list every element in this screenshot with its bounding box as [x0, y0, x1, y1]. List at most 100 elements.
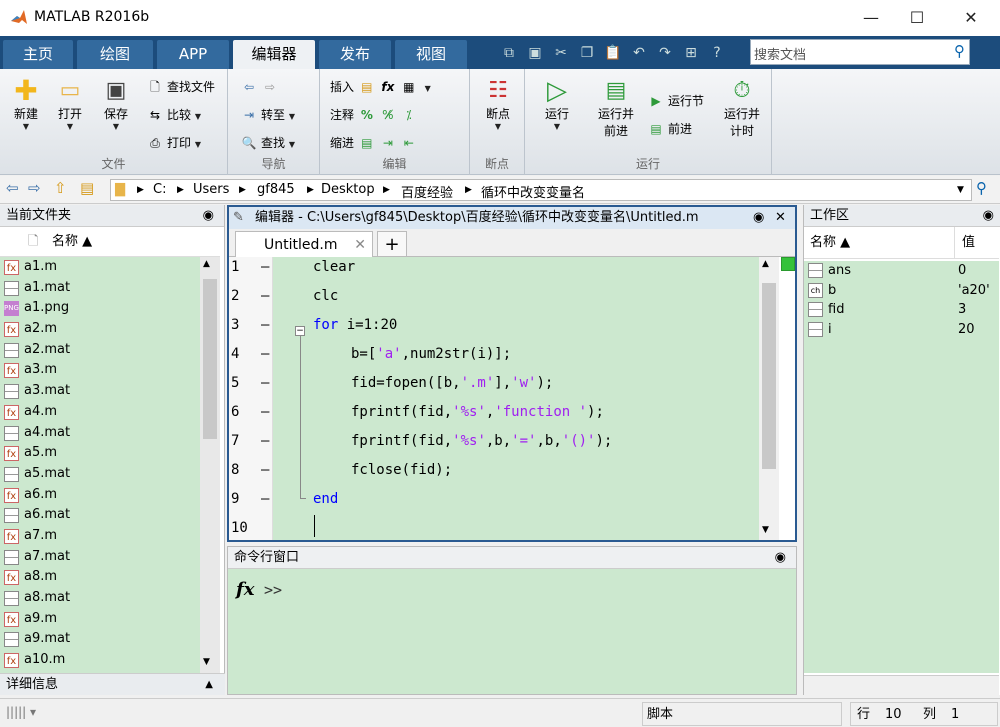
search-icon[interactable]: ⚲ — [954, 42, 965, 60]
code-line[interactable]: for i=1:20 — [313, 317, 397, 333]
find-files-button[interactable]: 🗋 查找文件 — [146, 77, 215, 97]
run-section-button[interactable]: ▶ 运行节 — [647, 91, 704, 111]
code-line[interactable]: fclose(fid); — [351, 462, 452, 478]
workspace-variable-row[interactable]: ans 0 — [804, 261, 999, 280]
save-icon[interactable]: ▣ — [524, 42, 546, 64]
file-item[interactable]: a5.mat — [0, 464, 200, 485]
tab-view[interactable]: 视图 — [395, 40, 467, 69]
maximize-button[interactable]: ☐ — [894, 0, 940, 36]
file-item[interactable]: a8.mat — [0, 588, 200, 609]
name-column-header[interactable]: 🗋 名称 ▲ — [0, 227, 220, 257]
cmd-menu-icon[interactable]: ◉ — [775, 547, 786, 569]
file-item[interactable]: fx a6.m — [0, 485, 200, 506]
file-item[interactable]: fx a3.m — [0, 360, 200, 381]
file-item[interactable]: fx a1.m — [0, 257, 200, 278]
file-item[interactable]: fx a5.m — [0, 443, 200, 464]
workspace-variable-row[interactable]: fid 3 — [804, 300, 999, 319]
file-item[interactable]: PNG a1.png — [0, 298, 200, 319]
file-item[interactable]: a9.mat — [0, 629, 200, 650]
copy-icon[interactable]: ❐ — [576, 42, 598, 64]
file-item[interactable]: a3.mat — [0, 381, 200, 402]
save-button[interactable]: ▣ 保存 ▼ — [96, 77, 136, 131]
workspace-variable-row[interactable]: i 20 — [804, 320, 999, 339]
file-item[interactable]: fx a4.m — [0, 402, 200, 423]
editor-close-icon[interactable]: ✕ — [775, 207, 786, 229]
workspace-hscroll[interactable] — [804, 675, 999, 695]
code-area[interactable]: clear clc for i=1:20 b=['a',num2str(i)]; fid… — [273, 257, 759, 540]
details-bar[interactable]: 详细信息 ▲ — [0, 673, 225, 695]
file-item[interactable]: fx a7.m — [0, 526, 200, 547]
path-segment[interactable]: gf845 — [257, 182, 295, 197]
help-icon[interactable]: ? — [706, 42, 728, 64]
redo-icon[interactable]: ↷ — [654, 42, 676, 64]
tab-editor[interactable]: 编辑器 — [233, 40, 315, 69]
scroll-thumb[interactable] — [203, 279, 217, 439]
workspace-variable-row[interactable]: ch b 'a20' — [804, 281, 999, 300]
code-line[interactable]: end — [313, 491, 338, 507]
file-item[interactable]: a7.mat — [0, 547, 200, 568]
editor-menu-icon[interactable]: ◉ — [753, 207, 764, 229]
file-item[interactable]: fx a2.m — [0, 319, 200, 340]
workspace-menu-icon[interactable]: ◉ — [983, 205, 994, 227]
browse-folder-icon[interactable]: ▤ — [80, 179, 94, 197]
panel-menu-icon[interactable]: ◉ — [203, 205, 214, 227]
advance-button[interactable]: ▤ 前进 — [647, 119, 692, 139]
undo-icon[interactable]: ↶ — [628, 42, 650, 64]
insert-button[interactable]: 插入 ▤ fx ▦ ▼ — [330, 77, 431, 97]
indent-button[interactable]: 缩进 ▤ ⇥ ⇤ — [330, 133, 421, 153]
editor-scroll-thumb[interactable] — [762, 283, 776, 469]
code-line[interactable]: fprintf(fid,'%s',b,'=',b,'()'); — [351, 433, 612, 449]
code-line[interactable]: clc — [313, 288, 338, 304]
file-item[interactable]: a4.mat — [0, 423, 200, 444]
path-dropdown-icon[interactable]: ▼ — [957, 185, 964, 195]
back-icon[interactable]: ⇦ — [6, 179, 19, 197]
search-folder-icon[interactable]: ⚲ — [976, 179, 987, 197]
code-line[interactable]: fid=fopen([b,'.m'],'w'); — [351, 375, 553, 391]
add-tab-button[interactable]: + — [377, 231, 407, 257]
code-line[interactable]: fprintf(fid,'%s','function '); — [351, 404, 604, 420]
compare-button[interactable]: ⇆ 比较 ▼ — [146, 105, 201, 125]
ws-name-column[interactable]: 名称 ▲ — [810, 227, 850, 259]
search-docs-input[interactable]: 搜索文档 ⚲ — [750, 39, 970, 65]
path-segment[interactable]: 循环中改变变量名 — [481, 182, 585, 201]
new-button[interactable]: ✚ 新建 ▼ — [6, 77, 46, 132]
forward-icon[interactable]: ⇨ — [28, 179, 41, 197]
ws-value-column[interactable]: 值 — [962, 227, 975, 259]
comment-button[interactable]: 注释 % %̸ ⁒ — [330, 105, 421, 125]
find-button[interactable]: 🔍 查找 ▼ — [240, 133, 295, 153]
tab-publish[interactable]: 发布 — [319, 40, 391, 69]
file-tab-untitled[interactable]: Untitled.m ✕ — [235, 231, 373, 257]
editor-scrollbar[interactable]: ▲ ▼ — [759, 257, 779, 540]
run-and-advance-button[interactable]: ▤ 运行并 前进 — [591, 77, 641, 139]
path-segment[interactable]: 百度经验 — [401, 182, 453, 201]
tab-apps[interactable]: APP — [157, 40, 229, 69]
run-and-time-button[interactable]: ⏱ 运行并 计时 — [717, 77, 767, 139]
goto-button[interactable]: ⇥ 转至 ▼ — [240, 105, 295, 125]
code-analyzer-status-icon[interactable] — [781, 257, 795, 271]
file-list-scrollbar[interactable]: ▲ ▼ — [200, 257, 220, 673]
tab-home[interactable]: 主页 — [3, 40, 73, 69]
up-folder-icon[interactable]: ⇧ — [54, 179, 67, 197]
path-field[interactable]: ▇ ▶ C: ▶ Users ▶ gf845 ▶ Desktop ▶ 百度经验 … — [110, 179, 972, 201]
file-item[interactable]: a1.mat — [0, 278, 200, 299]
code-line[interactable]: b=['a',num2str(i)]; — [351, 346, 511, 362]
minimize-button[interactable]: — — [848, 0, 894, 36]
fold-collapse-icon[interactable]: − — [295, 326, 305, 336]
file-item[interactable]: fx a9.m — [0, 609, 200, 630]
file-item[interactable]: a6.mat — [0, 505, 200, 526]
print-button[interactable]: ⎙ 打印 ▼ — [146, 133, 201, 153]
switch-windows-icon[interactable]: ⊞ — [680, 42, 702, 64]
tab-plots[interactable]: 绘图 — [77, 40, 153, 69]
undock-icon[interactable]: ⧉ — [498, 42, 520, 64]
file-item[interactable]: fx a8.m — [0, 567, 200, 588]
file-item[interactable]: fx a10.m — [0, 650, 200, 671]
path-segment[interactable]: Desktop — [321, 182, 375, 197]
path-drive[interactable]: C: — [153, 182, 166, 197]
run-button[interactable]: ▷ 运行 ▼ — [535, 77, 579, 131]
command-prompt[interactable]: >> — [264, 581, 282, 599]
code-line[interactable]: clear — [313, 259, 355, 275]
open-button[interactable]: ▭ 打开 ▼ — [50, 77, 90, 131]
back-forward-buttons[interactable]: ⇦ ⇨ — [240, 77, 282, 97]
paste-icon[interactable]: 📋 — [602, 42, 624, 64]
path-segment[interactable]: Users — [193, 182, 229, 197]
